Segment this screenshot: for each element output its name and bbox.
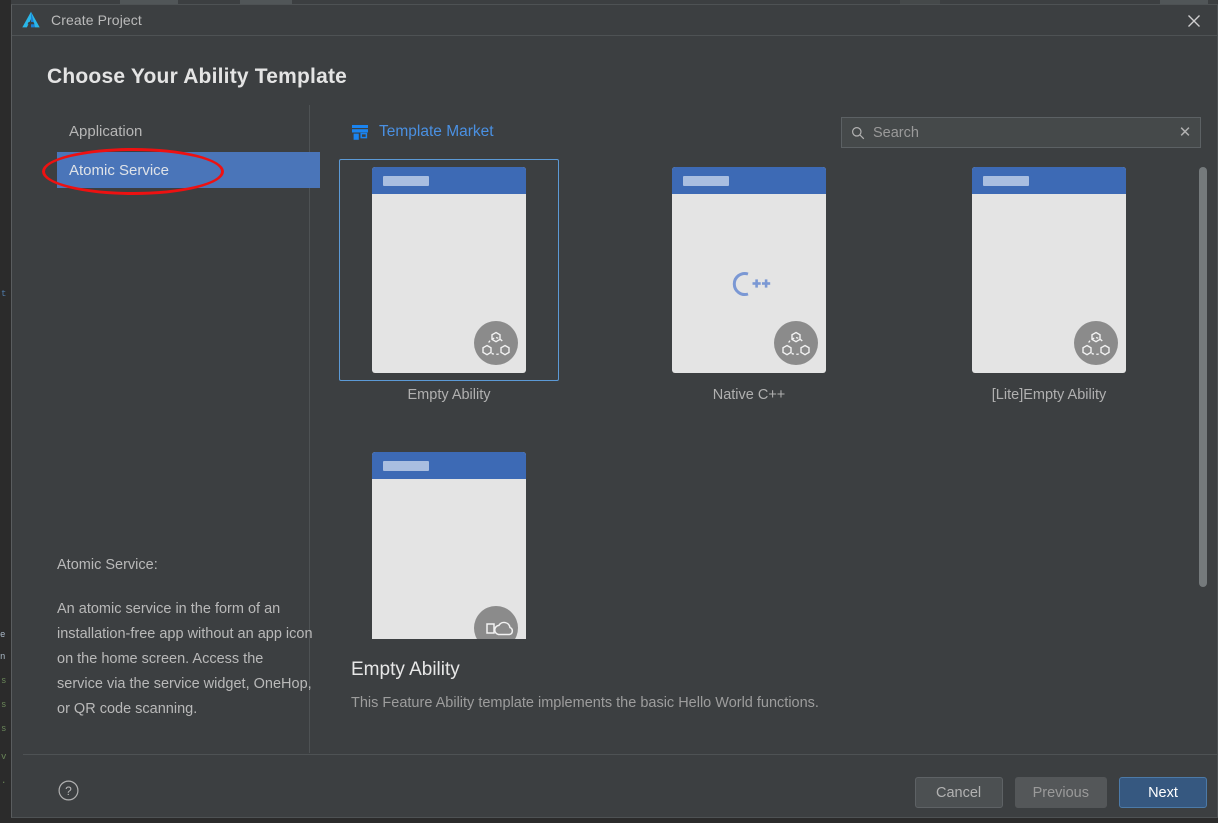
template-preview xyxy=(972,167,1126,373)
preview-header-bar xyxy=(672,167,826,194)
help-circle-icon[interactable]: ? xyxy=(58,780,79,801)
atomic-service-badge-icon xyxy=(774,321,818,365)
template-gallery-panel: Template Market ✕ xyxy=(321,105,1218,753)
preview-title-placeholder xyxy=(383,461,429,471)
ide-editor-strip xyxy=(0,0,11,818)
template-preview xyxy=(372,452,526,639)
preview-body xyxy=(372,194,526,373)
preview-body xyxy=(972,194,1126,373)
template-category-panel: Application Atomic Service Atomic Servic… xyxy=(23,105,320,753)
clear-search-icon[interactable]: ✕ xyxy=(1170,125,1200,140)
template-card-native-cpp[interactable]: Native C++ xyxy=(639,159,859,409)
template-card-empty-ability[interactable]: Empty Ability xyxy=(339,159,559,409)
preview-body xyxy=(372,479,526,639)
close-icon[interactable] xyxy=(1171,5,1217,36)
sidebar-item-application[interactable]: Application xyxy=(57,113,320,149)
preview-header-bar xyxy=(372,167,526,194)
dialog-titlebar: Create Project xyxy=(12,5,1217,36)
preview-title-placeholder xyxy=(683,176,729,186)
sidebar-item-label: Application xyxy=(69,122,143,140)
template-preview xyxy=(672,167,826,373)
template-card-label: Native C++ xyxy=(712,387,786,403)
page-title: Choose Your Ability Template xyxy=(47,65,348,88)
ide-code-fragment: s xyxy=(1,700,7,710)
template-market-label: Template Market xyxy=(379,123,494,140)
template-grid: Empty Ability Native C++ [Lite]Empty Abi… xyxy=(339,159,1201,639)
template-preview xyxy=(372,167,526,373)
preview-title-placeholder xyxy=(383,176,429,186)
template-market-link[interactable]: Template Market xyxy=(351,123,494,141)
sidebar-item-label: Atomic Service xyxy=(69,161,170,179)
template-description-title: Empty Ability xyxy=(351,659,460,680)
preview-header-bar xyxy=(972,167,1126,194)
category-description-body: An atomic service in the form of an inst… xyxy=(57,601,313,717)
template-card-label: Empty Ability xyxy=(407,387,491,403)
close-glyph xyxy=(1188,14,1200,27)
search-icon xyxy=(852,126,865,139)
storefront-icon xyxy=(352,124,368,140)
cpp-logo-icon xyxy=(732,271,771,296)
create-project-dialog: Create Project Choose Your Ability Templ… xyxy=(11,4,1218,818)
template-card-lite-empty-ability[interactable]: [Lite]Empty Ability xyxy=(939,159,1159,409)
cloud-badge-icon xyxy=(474,606,518,639)
ide-code-fragment: v xyxy=(1,752,7,762)
ide-code-fragment: n xyxy=(0,652,6,662)
dialog-footer: ? Cancel Previous Next xyxy=(23,754,1218,823)
preview-header-bar xyxy=(372,452,526,479)
atomic-service-badge-icon xyxy=(474,321,518,365)
cancel-button[interactable]: Cancel xyxy=(914,777,1003,808)
preview-body xyxy=(672,194,826,373)
ide-code-fragment: s xyxy=(1,676,7,686)
ide-code-fragment: s xyxy=(1,724,7,734)
deveco-studio-logo-icon xyxy=(22,11,40,28)
ide-code-fragment: e xyxy=(0,630,6,640)
template-card-label: [Lite]Empty Ability xyxy=(991,387,1107,403)
search-input[interactable] xyxy=(873,124,1170,141)
category-description: Atomic Service: An atomic service in the… xyxy=(57,553,313,722)
template-grid-scrollbar[interactable] xyxy=(1199,161,1207,651)
scrollbar-thumb[interactable] xyxy=(1199,167,1207,587)
template-description: Empty Ability This Feature Ability templ… xyxy=(351,659,1171,711)
sidebar-item-atomic-service[interactable]: Atomic Service xyxy=(57,152,320,188)
template-card-row2[interactable] xyxy=(339,444,559,639)
search-box[interactable]: ✕ xyxy=(841,117,1201,148)
next-button[interactable]: Next xyxy=(1119,777,1207,808)
preview-title-placeholder xyxy=(983,176,1029,186)
ide-code-fragment: t xyxy=(1,289,7,299)
svg-text:?: ? xyxy=(65,784,72,798)
template-description-text: This Feature Ability template implements… xyxy=(351,695,819,711)
previous-button[interactable]: Previous xyxy=(1014,777,1107,808)
ide-code-fragment: · xyxy=(1,778,7,788)
dialog-title: Create Project xyxy=(51,12,142,28)
atomic-service-badge-icon xyxy=(1074,321,1118,365)
category-description-heading: Atomic Service: xyxy=(57,557,158,573)
dialog-button-row: Cancel Previous Next xyxy=(914,777,1207,808)
